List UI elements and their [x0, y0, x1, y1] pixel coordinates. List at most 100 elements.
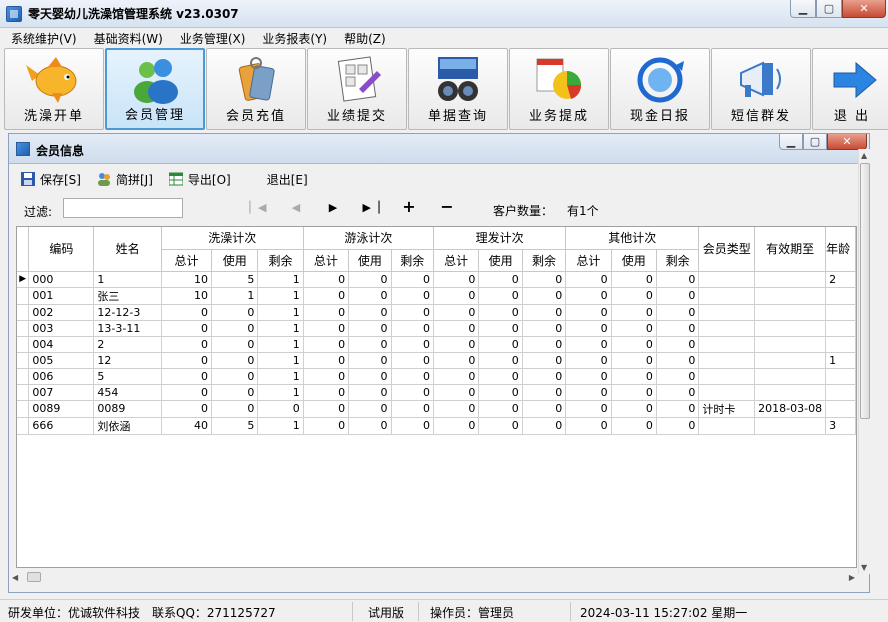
table-cell[interactable]: 0 — [433, 320, 480, 337]
table-cell[interactable]: 12-12-3 — [93, 304, 162, 321]
col-header-valid-until[interactable]: 有效期至 — [754, 227, 827, 272]
table-cell[interactable]: 0 — [478, 320, 523, 337]
table-cell[interactable]: 0 — [161, 368, 213, 385]
maximize-button[interactable]: ▢ — [816, 0, 842, 18]
prev-record-button[interactable]: ◀ — [285, 201, 307, 217]
table-cell[interactable]: 0 — [522, 368, 567, 385]
table-cell[interactable]: 454 — [93, 384, 162, 401]
table-cell[interactable] — [754, 287, 827, 305]
table-cell[interactable]: 1 — [257, 384, 304, 401]
exit-button[interactable]: 退出[E] — [267, 171, 308, 188]
table-cell[interactable]: 0 — [348, 304, 392, 321]
table-cell[interactable]: 0 — [433, 287, 480, 305]
table-cell[interactable]: 10 — [161, 271, 213, 288]
table-cell[interactable]: 0 — [391, 368, 435, 385]
table-cell[interactable] — [754, 384, 827, 401]
table-cell[interactable] — [754, 271, 827, 288]
table-cell[interactable] — [698, 384, 756, 401]
col-subheader[interactable]: 总计 — [433, 249, 480, 272]
table-cell[interactable] — [825, 320, 856, 337]
table-cell[interactable] — [698, 271, 756, 288]
table-cell[interactable]: 刘依涵 — [93, 417, 162, 435]
table-cell[interactable]: 0 — [303, 287, 350, 305]
table-cell[interactable] — [754, 368, 827, 385]
table-cell[interactable]: 0 — [478, 336, 523, 353]
table-cell[interactable] — [698, 417, 756, 435]
table-cell[interactable]: 张三 — [93, 287, 162, 305]
table-cell[interactable]: 0089 — [28, 400, 95, 418]
col-subheader[interactable]: 总计 — [303, 249, 350, 272]
table-cell[interactable]: 0 — [211, 384, 259, 401]
row-indicator[interactable] — [17, 417, 30, 435]
table-cell[interactable]: 0 — [257, 400, 304, 418]
table-cell[interactable]: 0 — [611, 352, 657, 369]
table-cell[interactable]: 0 — [565, 336, 612, 353]
table-cell[interactable]: 0 — [478, 304, 523, 321]
table-cell[interactable] — [698, 368, 756, 385]
row-indicator[interactable] — [17, 368, 30, 385]
table-cell[interactable]: 0 — [391, 400, 435, 418]
table-cell[interactable]: 0 — [211, 352, 259, 369]
row-indicator[interactable] — [17, 384, 30, 401]
table-row[interactable]: 001 张三 10 1 1 0 0 0 0 0 0 0 0 0 — [17, 287, 856, 305]
menu-basic-data[interactable]: 基础资料(W) — [83, 28, 169, 46]
scroll-down-icon[interactable]: ▼ — [861, 563, 867, 572]
toolbar-member-management-button[interactable]: 会员管理 — [105, 48, 205, 130]
table-cell[interactable]: 0 — [348, 271, 392, 288]
table-cell[interactable]: 007 — [28, 384, 95, 401]
toolbar-performance-submit-button[interactable]: 业绩提交 — [307, 48, 407, 130]
table-cell[interactable]: 0 — [211, 304, 259, 321]
col-subheader[interactable]: 总计 — [161, 249, 213, 272]
table-cell[interactable] — [698, 320, 756, 337]
table-cell[interactable] — [754, 336, 827, 353]
table-cell[interactable]: 0 — [478, 400, 523, 418]
table-cell[interactable]: 0 — [303, 417, 350, 435]
table-cell[interactable]: 1 — [257, 304, 304, 321]
table-cell[interactable] — [698, 352, 756, 369]
table-cell[interactable]: 1 — [825, 352, 856, 369]
toolbar-bath-order-button[interactable]: 洗澡开单 — [4, 48, 104, 130]
menu-help[interactable]: 帮助(Z) — [333, 28, 392, 46]
table-cell[interactable]: 0 — [656, 368, 700, 385]
table-cell[interactable]: 001 — [28, 287, 95, 305]
table-cell[interactable]: 0 — [391, 417, 435, 435]
toolbar-recharge-button[interactable]: 会员充值 — [206, 48, 306, 130]
table-cell[interactable]: 0 — [303, 304, 350, 321]
scroll-left-icon[interactable]: ◀ — [12, 573, 18, 582]
table-cell[interactable]: 0 — [611, 271, 657, 288]
table-cell[interactable]: 0 — [522, 384, 567, 401]
table-cell[interactable]: 0 — [656, 352, 700, 369]
table-cell[interactable]: 1 — [257, 352, 304, 369]
table-cell[interactable]: 2018-03-08 — [754, 400, 827, 418]
col-subheader[interactable]: 剩余 — [656, 249, 700, 272]
table-cell[interactable]: 0 — [565, 287, 612, 305]
table-cell[interactable]: 40 — [161, 417, 213, 435]
table-cell[interactable]: 0089 — [93, 400, 162, 418]
table-cell[interactable]: 0 — [656, 304, 700, 321]
col-header-member-type[interactable]: 会员类型 — [698, 227, 756, 272]
col-header-code[interactable]: 编码 — [28, 227, 95, 272]
table-cell[interactable]: 0 — [565, 417, 612, 435]
table-cell[interactable]: 0 — [303, 352, 350, 369]
table-cell[interactable]: 0 — [211, 320, 259, 337]
row-indicator[interactable] — [17, 320, 30, 337]
table-cell[interactable]: 5 — [211, 417, 259, 435]
table-cell[interactable]: 0 — [161, 384, 213, 401]
export-button[interactable]: 导出[O] — [168, 171, 231, 188]
table-cell[interactable]: 0 — [348, 352, 392, 369]
table-cell[interactable]: 0 — [611, 336, 657, 353]
table-cell[interactable]: 1 — [211, 287, 259, 305]
table-cell[interactable]: 0 — [611, 384, 657, 401]
table-cell[interactable]: 0 — [391, 336, 435, 353]
table-cell[interactable]: 0 — [303, 336, 350, 353]
table-cell[interactable]: 0 — [478, 287, 523, 305]
child-close-button[interactable]: ✕ — [827, 134, 867, 150]
table-row[interactable]: 002 12-12-3 0 0 1 0 0 0 0 0 0 0 0 0 — [17, 304, 856, 321]
table-cell[interactable]: 2 — [93, 336, 162, 353]
table-cell[interactable]: 1 — [257, 271, 304, 288]
table-cell[interactable]: 0 — [161, 400, 213, 418]
table-cell[interactable]: 0 — [391, 271, 435, 288]
table-cell[interactable]: 0 — [656, 417, 700, 435]
toolbar-document-query-button[interactable]: 单据查询 — [408, 48, 508, 130]
col-header-age[interactable]: 年龄 — [825, 227, 856, 272]
